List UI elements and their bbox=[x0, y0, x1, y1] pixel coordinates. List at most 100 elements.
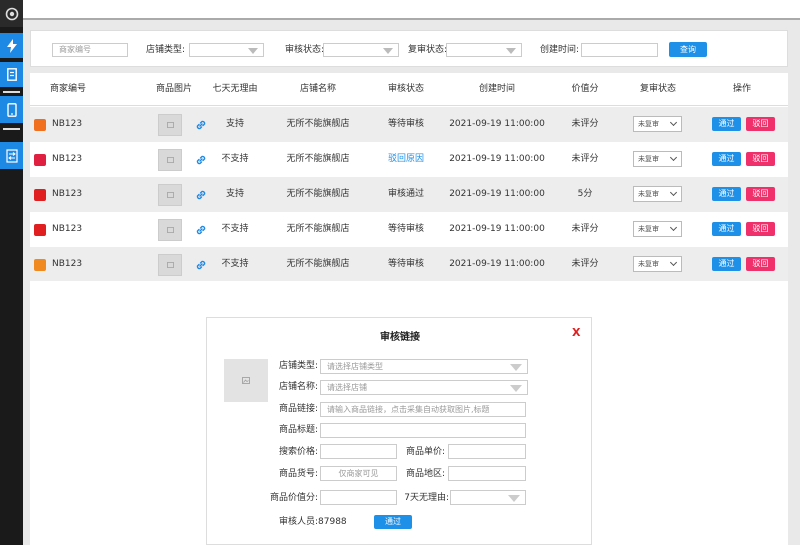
header-store-name: 店铺名称 bbox=[299, 84, 336, 94]
modal-region-input[interactable] bbox=[448, 466, 526, 481]
store-name: 无所不能旗舰店 bbox=[286, 154, 350, 164]
value-score: 未评分 bbox=[571, 119, 599, 129]
recheck-status-select[interactable]: 未复审 bbox=[633, 116, 682, 132]
recheck-status-select[interactable]: 未复审 bbox=[633, 221, 682, 237]
audit-status[interactable]: 驳回原因 bbox=[368, 142, 444, 177]
close-icon[interactable]: X bbox=[572, 326, 580, 339]
modal-product-title-input[interactable] bbox=[320, 423, 526, 438]
header-value-score: 价值分 bbox=[571, 84, 599, 94]
recheck-status-select[interactable]: 未复审 bbox=[633, 151, 682, 167]
chevron-down-icon bbox=[508, 495, 520, 502]
top-bar bbox=[23, 0, 800, 20]
image-icon bbox=[166, 157, 174, 163]
seven-day-support: 支持 bbox=[225, 119, 244, 129]
modal-product-link-label: 商品链接: bbox=[278, 404, 318, 414]
store-logo-icon bbox=[34, 189, 46, 201]
seven-day-support: 支持 bbox=[225, 189, 244, 199]
modal-seven-day-select[interactable] bbox=[450, 490, 526, 505]
recheck-status-value: 未复审 bbox=[638, 155, 659, 163]
product-image[interactable] bbox=[158, 184, 182, 206]
chevron-down-icon bbox=[510, 385, 522, 392]
recheck-status-select[interactable] bbox=[446, 43, 522, 57]
exchange-icon[interactable] bbox=[0, 142, 23, 169]
modal-search-price-label: 搜索价格: bbox=[278, 447, 318, 457]
approve-button[interactable]: 通过 bbox=[712, 222, 741, 236]
merchant-id-input[interactable]: 商家编号 bbox=[52, 43, 128, 57]
modal-seven-day-label: 7天无理由: bbox=[404, 493, 449, 503]
store-logo-icon bbox=[34, 224, 46, 236]
reject-button[interactable]: 驳回 bbox=[746, 152, 775, 166]
modal-approve-button[interactable]: 通过 bbox=[374, 515, 412, 529]
product-image[interactable] bbox=[158, 219, 182, 241]
value-score: 未评分 bbox=[571, 154, 599, 164]
product-image[interactable] bbox=[158, 149, 182, 171]
settings-icon[interactable] bbox=[0, 0, 23, 27]
search-button[interactable]: 查询 bbox=[669, 42, 707, 57]
table-row: NB123 支持 无所不能旗舰店 等待审核 2021-09-19 11:00:0… bbox=[30, 107, 788, 142]
approve-button[interactable]: 通过 bbox=[712, 257, 741, 271]
store-logo-icon bbox=[34, 154, 46, 166]
store-type-label: 店铺类型: bbox=[146, 45, 186, 55]
value-score: 未评分 bbox=[571, 224, 599, 234]
store-logo-icon bbox=[34, 259, 46, 271]
approve-button[interactable]: 通过 bbox=[712, 152, 741, 166]
audit-status-label: 审核状态: bbox=[285, 45, 325, 55]
value-score: 5分 bbox=[577, 189, 593, 199]
header-merchant-id: 商家编号 bbox=[49, 84, 86, 94]
chevron-down-icon bbox=[669, 188, 678, 197]
recheck-status-select[interactable]: 未复审 bbox=[633, 186, 682, 202]
product-image-placeholder[interactable] bbox=[224, 359, 268, 402]
audit-status-select[interactable] bbox=[323, 43, 399, 57]
modal-product-link-input[interactable]: 请输入商品链接，点击采集自动获取图片,标题 bbox=[320, 402, 526, 417]
modal-unit-price-label: 商品单价: bbox=[405, 447, 445, 457]
audit-link-modal: 审核链接 X 店铺类型: 请选择店铺类型 店铺名称: 请选择店铺 商品链接: 请… bbox=[206, 317, 592, 545]
modal-store-type-label: 店铺类型: bbox=[278, 361, 318, 371]
store-type-placeholder: 请选择店铺类型 bbox=[327, 362, 383, 371]
created-time: 2021-09-19 11:00:00 bbox=[449, 259, 545, 269]
recheck-status-value: 未复审 bbox=[638, 120, 659, 128]
modal-search-price-input[interactable] bbox=[320, 444, 397, 459]
mobile-icon[interactable] bbox=[0, 96, 23, 123]
lightning-icon[interactable] bbox=[0, 33, 23, 58]
reject-button[interactable]: 驳回 bbox=[746, 187, 775, 201]
store-name: 无所不能旗舰店 bbox=[286, 189, 350, 199]
reject-button[interactable]: 驳回 bbox=[746, 222, 775, 236]
merchant-id: NB123 bbox=[52, 119, 83, 129]
created-time: 2021-09-19 11:00:00 bbox=[449, 154, 545, 164]
table-row: NB123 不支持 无所不能旗舰店 驳回原因 2021-09-19 11:00:… bbox=[30, 142, 788, 177]
store-name: 无所不能旗舰店 bbox=[286, 119, 350, 129]
seven-day-support: 不支持 bbox=[221, 154, 249, 164]
modal-store-type-select[interactable]: 请选择店铺类型 bbox=[320, 359, 528, 374]
product-image[interactable] bbox=[158, 114, 182, 136]
created-time-input[interactable] bbox=[581, 43, 658, 57]
header-seven-day: 七天无理由 bbox=[212, 84, 258, 94]
audit-status: 审核通过 bbox=[387, 189, 424, 199]
header-created-time: 创建时间 bbox=[478, 84, 515, 94]
audit-status: 等待审核 bbox=[387, 259, 424, 269]
modal-product-title-label: 商品标题: bbox=[278, 425, 318, 435]
reject-button[interactable]: 驳回 bbox=[746, 257, 775, 271]
created-time: 2021-09-19 11:00:00 bbox=[449, 189, 545, 199]
modal-value-score-label: 商品价值分: bbox=[269, 493, 318, 503]
document-icon[interactable] bbox=[0, 62, 23, 87]
chevron-down-icon bbox=[669, 153, 678, 162]
merchant-id: NB123 bbox=[52, 259, 83, 269]
store-logo-icon bbox=[34, 119, 46, 131]
store-type-select[interactable] bbox=[189, 43, 264, 57]
header-audit-status: 审核状态 bbox=[387, 84, 424, 94]
reject-button[interactable]: 驳回 bbox=[746, 117, 775, 131]
modal-sku-input[interactable]: 仅商家可见 bbox=[320, 466, 397, 481]
product-image[interactable] bbox=[158, 254, 182, 276]
seven-day-support: 不支持 bbox=[221, 224, 249, 234]
recheck-status-select[interactable]: 未复审 bbox=[633, 256, 682, 272]
modal-value-score-input[interactable] bbox=[320, 490, 397, 505]
chevron-down-icon bbox=[669, 223, 678, 232]
approve-button[interactable]: 通过 bbox=[712, 187, 741, 201]
modal-store-name-select[interactable]: 请选择店铺 bbox=[320, 380, 528, 395]
modal-unit-price-input[interactable] bbox=[448, 444, 526, 459]
merchant-id: NB123 bbox=[52, 224, 83, 234]
recheck-status-value: 未复审 bbox=[638, 225, 659, 233]
recheck-status-label: 复审状态: bbox=[408, 45, 448, 55]
approve-button[interactable]: 通过 bbox=[712, 117, 741, 131]
recheck-status-value: 未复审 bbox=[638, 190, 659, 198]
